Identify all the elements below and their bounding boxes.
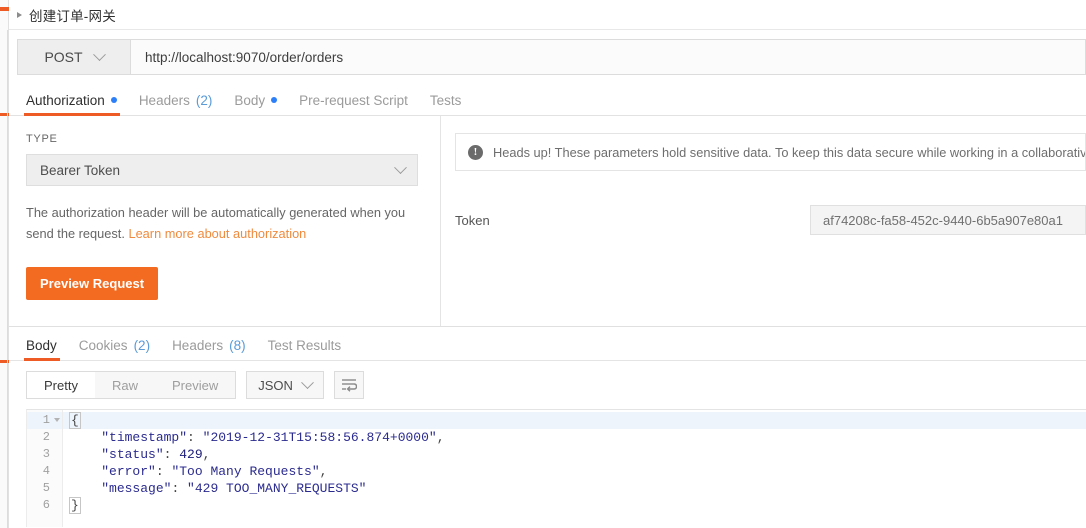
modified-dot-icon (110, 97, 117, 104)
response-tab-test-results-label: Test Results (267, 337, 342, 353)
code-lines[interactable]: { "timestamp": "2019-12-31T15:58:56.874+… (63, 410, 1086, 527)
tab-pre-request-script-label: Pre-request Script (299, 92, 408, 108)
tab-authorization[interactable]: Authorization (19, 92, 132, 116)
line-number[interactable]: 5 (27, 480, 62, 497)
info-exclamation-icon: ! (468, 144, 483, 160)
line-number-text: 1 (42, 413, 50, 427)
view-mode-raw[interactable]: Raw (95, 372, 155, 398)
json-value-error: "Too Many Requests" (171, 464, 320, 479)
sensitive-data-notice: ! Heads up! These parameters hold sensit… (455, 133, 1086, 171)
auth-type-label: TYPE (26, 133, 58, 145)
request-response-pane: 创建订单-网关 POST http://localhost:9070/order… (9, 0, 1086, 528)
code-line-5: "message": "429 TOO_MANY_REQUESTS" (101, 481, 367, 496)
format-label: JSON (258, 377, 293, 393)
view-mode-segmented-control: Pretty Raw Preview (26, 371, 237, 399)
preview-request-button[interactable]: Preview Request (26, 267, 159, 301)
sliver-divider (7, 30, 8, 528)
url-bar: POST http://localhost:9070/order/orders (9, 30, 1086, 84)
response-tab-headers-count: (8) (229, 337, 246, 353)
response-toolbar: Pretty Raw Preview JSON (9, 361, 1086, 409)
line-number[interactable]: 3 (27, 446, 62, 463)
json-open-brace: { (69, 412, 81, 429)
json-close-brace: } (69, 497, 81, 514)
auth-help-text: The authorization header will be automat… (26, 202, 416, 244)
line-number-gutter: 1 2 3 4 5 6 (27, 410, 63, 527)
learn-more-link[interactable]: Learn more about authorization (128, 226, 306, 241)
line-number[interactable]: 4 (27, 463, 62, 480)
word-wrap-icon (341, 379, 357, 392)
code-line-4: "error": "Too Many Requests", (101, 464, 328, 479)
json-key-timestamp: "timestamp" (101, 430, 188, 445)
authorization-panel: TYPE Bearer Token The authorization head… (9, 116, 1086, 326)
auth-type-select[interactable]: Bearer Token (26, 154, 418, 186)
tab-headers[interactable]: Headers (2) (132, 92, 228, 116)
auth-type-value: Bearer Token (40, 162, 121, 178)
tab-headers-label: Headers (138, 92, 190, 108)
accent-marker-top (0, 7, 9, 11)
code-line-3: "status": 429, (101, 447, 211, 462)
fold-arrow-icon[interactable] (54, 418, 60, 422)
response-tab-headers-label: Headers (172, 337, 224, 353)
postman-window: 创建订单-网关 POST http://localhost:9070/order… (0, 0, 1086, 528)
token-input[interactable]: af74208c-fa58-452c-9440-6b5a907e80a1 (810, 205, 1086, 235)
response-tab-cookies[interactable]: Cookies (2) (72, 337, 165, 361)
response-tab-cookies-label: Cookies (78, 337, 128, 353)
chevron-down-icon (301, 375, 314, 389)
code-line-6: } (63, 497, 1086, 514)
request-tabs: Authorization Headers (2) Body Pre-reque… (9, 84, 1086, 116)
request-title-bar: 创建订单-网关 (9, 0, 1086, 30)
tab-body[interactable]: Body (227, 92, 292, 116)
tab-body-label: Body (234, 92, 266, 108)
response-tab-cookies-count: (2) (133, 337, 151, 353)
json-key-error: "error" (101, 464, 156, 479)
response-body-viewer[interactable]: 1 2 3 4 5 6 { "timestamp": "2019-12-31T1… (26, 409, 1086, 527)
json-value-message: "429 TOO_MANY_REQUESTS" (187, 481, 367, 496)
tab-headers-count: (2) (195, 92, 213, 108)
sidebar-edge-sliver (0, 0, 9, 528)
response-tabs: Body Cookies (2) Headers (8) Test Result… (9, 327, 1086, 361)
chevron-down-icon (394, 160, 407, 174)
json-value-timestamp: "2019-12-31T15:58:56.874+0000" (202, 430, 437, 445)
modified-dot-icon (271, 97, 278, 104)
view-mode-pretty[interactable]: Pretty (27, 372, 95, 398)
json-key-status: "status" (101, 447, 164, 462)
token-row: Token af74208c-fa58-452c-9440-6b5a907e80… (455, 205, 1086, 235)
json-value-status: 429 (179, 447, 203, 462)
token-label: Token (455, 212, 490, 228)
code-line-2: "timestamp": "2019-12-31T15:58:56.874+00… (101, 430, 445, 445)
chevron-down-icon (92, 47, 106, 61)
request-title: 创建订单-网关 (29, 8, 116, 24)
http-method-label: POST (44, 49, 83, 65)
response-tab-headers[interactable]: Headers (8) (165, 337, 261, 361)
response-tab-body[interactable]: Body (19, 337, 72, 361)
tab-tests[interactable]: Tests (423, 92, 477, 116)
auth-token-column: ! Heads up! These parameters hold sensit… (441, 116, 1086, 326)
auth-type-column: TYPE Bearer Token The authorization head… (9, 116, 440, 326)
tab-authorization-label: Authorization (26, 92, 105, 108)
code-line-1: { (63, 412, 1086, 429)
http-method-dropdown[interactable]: POST (18, 40, 131, 74)
line-number[interactable]: 2 (27, 429, 62, 446)
json-key-message: "message" (101, 481, 172, 496)
response-tab-body-label: Body (26, 337, 57, 353)
url-bar-wrapper: POST http://localhost:9070/order/orders (17, 39, 1086, 75)
format-dropdown[interactable]: JSON (246, 371, 324, 399)
tab-tests-label: Tests (429, 92, 462, 108)
response-tab-test-results[interactable]: Test Results (261, 337, 357, 361)
view-mode-preview[interactable]: Preview (155, 372, 235, 398)
sensitive-data-notice-text: Heads up! These parameters hold sensitiv… (493, 144, 1086, 160)
tab-pre-request-script[interactable]: Pre-request Script (292, 92, 423, 116)
line-number[interactable]: 1 (27, 412, 62, 429)
triangle-right-icon[interactable] (17, 11, 22, 18)
line-number[interactable]: 6 (27, 497, 62, 514)
url-input[interactable]: http://localhost:9070/order/orders (131, 40, 1085, 74)
word-wrap-button[interactable] (333, 371, 364, 399)
